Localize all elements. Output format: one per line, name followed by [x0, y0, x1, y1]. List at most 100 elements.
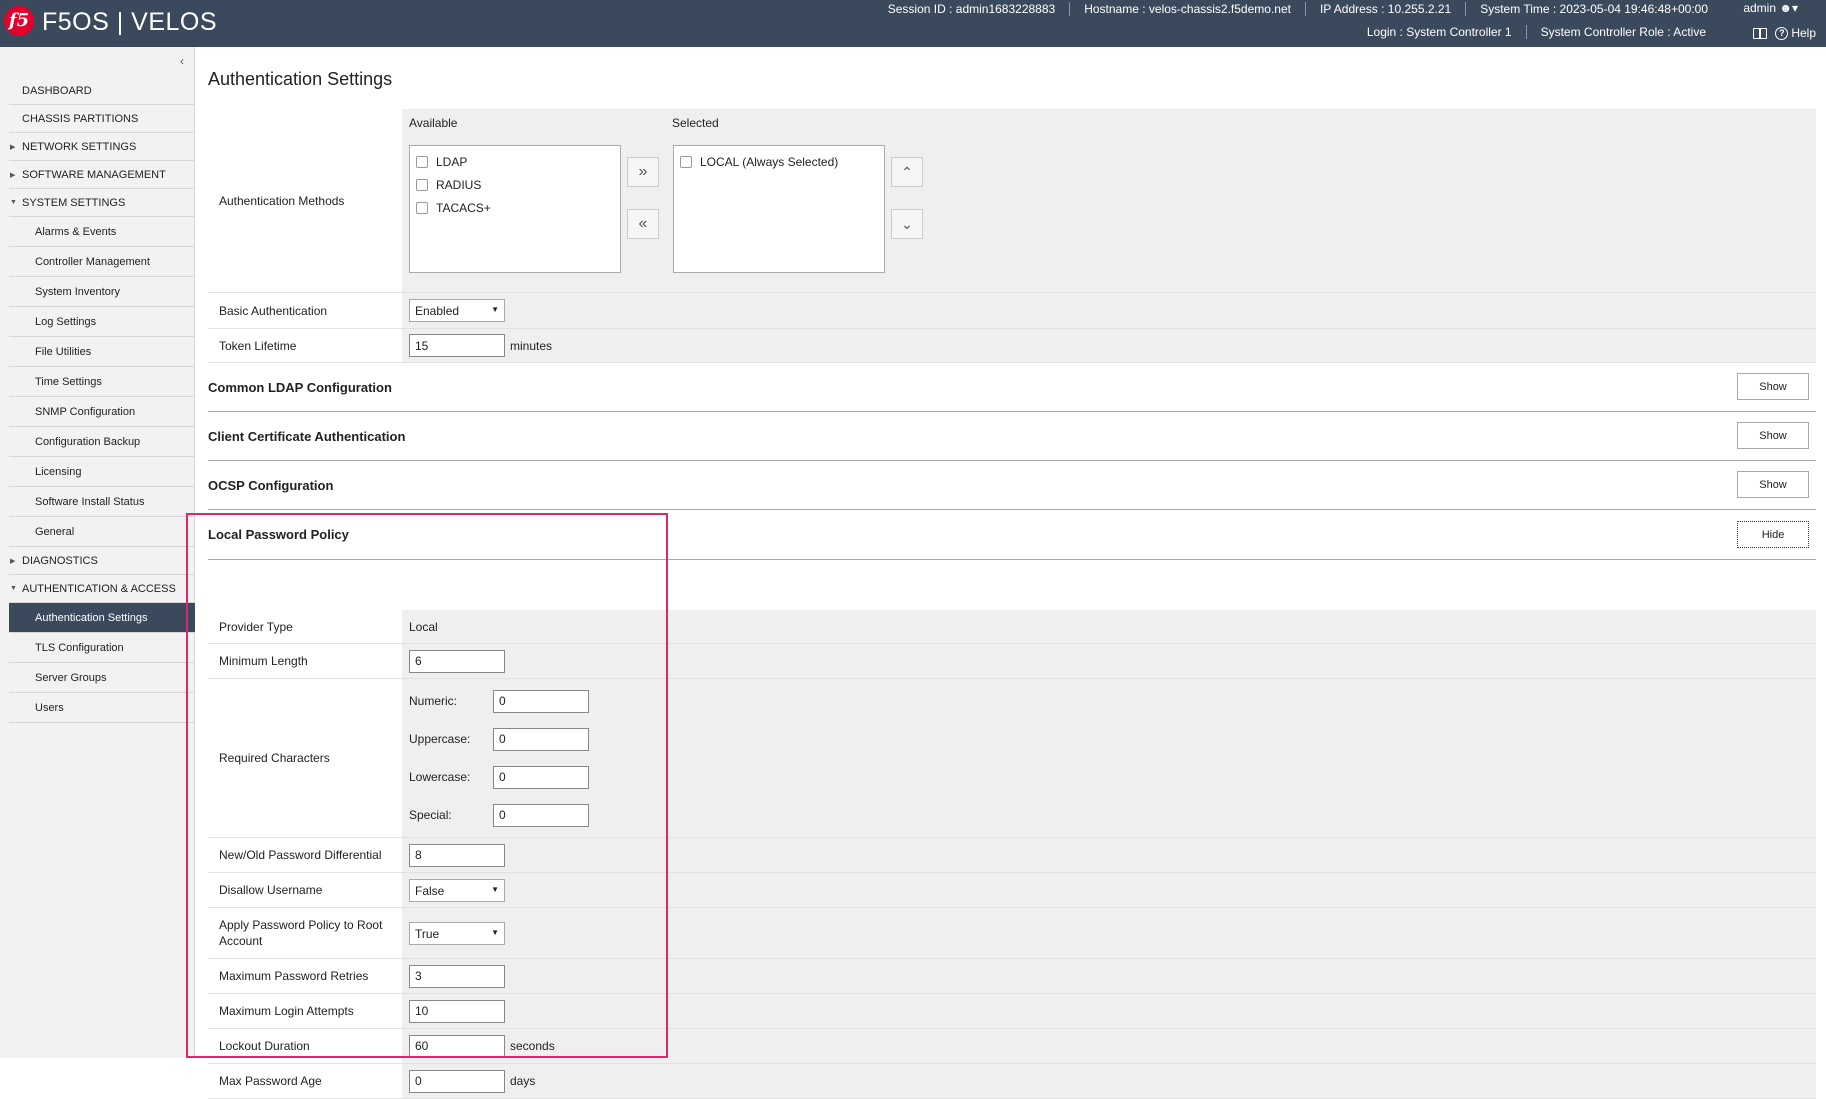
available-list[interactable]: LDAP RADIUS TACACS+ [409, 145, 621, 273]
max-age-unit: days [510, 1074, 536, 1088]
sidebar-item-label: AUTHENTICATION & ACCESS [22, 582, 176, 595]
special-input[interactable] [493, 803, 589, 827]
sidebar-item-file-utilities[interactable]: File Utilities [9, 337, 195, 367]
user-menu[interactable]: admin ☻▾ [1743, 1, 1798, 15]
differential-input[interactable] [409, 843, 505, 867]
sidebar-item-label: Controller Management [35, 255, 150, 268]
sidebar-item-alarms-events[interactable]: Alarms & Events [9, 217, 195, 247]
checkbox[interactable] [680, 155, 692, 168]
provider-type-label: Provider Type [208, 610, 402, 643]
min-length-input[interactable] [409, 649, 505, 673]
apply-root-row: Apply Password Policy to Root Account Tr… [208, 908, 1816, 959]
max-retries-input[interactable] [409, 964, 505, 988]
checkbox[interactable] [416, 201, 428, 214]
apply-root-select[interactable]: True [409, 921, 505, 945]
token-lifetime-input[interactable] [409, 334, 505, 357]
sidebar-item-diagnostics[interactable]: ▶ DIAGNOSTICS [9, 547, 195, 575]
sidebar-item-label: Configuration Backup [35, 435, 141, 448]
sidebar-item-authentication-settings[interactable]: Authentication Settings [9, 603, 195, 633]
f5-logo: f5 [4, 6, 34, 36]
sidebar-item-users[interactable]: Users [9, 693, 195, 723]
user-icon: ☻▾ [1779, 1, 1798, 15]
ocsp-section-header: OCSP Configuration Show [208, 461, 1816, 510]
checkbox[interactable] [416, 155, 428, 168]
sidebar-item-general[interactable]: General [9, 517, 195, 547]
sidebar-item-controller-management[interactable]: Controller Management [9, 247, 195, 277]
sidebar-item-label: System Inventory [35, 285, 120, 298]
ocsp-show-button[interactable]: Show [1737, 471, 1809, 498]
move-down-button[interactable]: ⌄ [891, 209, 923, 239]
caret-down-icon: ▼ [10, 199, 17, 206]
collapsible-sections: Common LDAP Configuration Show Client Ce… [208, 363, 1816, 560]
sidebar-item-label: SNMP Configuration [35, 405, 136, 418]
max-login-row: Maximum Login Attempts [208, 994, 1816, 1029]
sidebar-item-label: Authentication Settings [35, 611, 148, 624]
auth-methods-label: Authentication Methods [208, 109, 402, 292]
selected-list[interactable]: LOCAL (Always Selected) [673, 145, 885, 273]
basic-auth-select[interactable]: Enabled [409, 299, 505, 322]
sidebar-item-network-settings[interactable]: ▶ NETWORK SETTINGS [9, 133, 195, 161]
sidebar-item-software-management[interactable]: ▶ SOFTWARE MANAGEMENT [9, 161, 195, 189]
lockout-input[interactable] [409, 1034, 505, 1058]
list-item[interactable]: LDAP [416, 150, 614, 173]
sidebar-item-label: Time Settings [35, 375, 102, 388]
caret-down-icon: ▼ [10, 585, 17, 592]
sidebar-item-time-settings[interactable]: Time Settings [9, 367, 195, 397]
lowercase-label: Lowercase: [409, 770, 471, 784]
list-item[interactable]: TACACS+ [416, 196, 614, 219]
cert-show-button[interactable]: Show [1737, 422, 1809, 449]
max-age-row: Max Password Age days [208, 1064, 1816, 1099]
sidebar-item-server-groups[interactable]: Server Groups [9, 663, 195, 693]
sidebar-item-snmp-configuration[interactable]: SNMP Configuration [9, 397, 195, 427]
lockout-unit: seconds [510, 1039, 555, 1053]
ocsp-section-title: OCSP Configuration [208, 477, 334, 493]
collapse-sidebar-icon[interactable]: ‹ [180, 54, 184, 68]
list-item[interactable]: RADIUS [416, 173, 614, 196]
sidebar-item-label: Alarms & Events [35, 225, 117, 238]
lpp-hide-button[interactable]: Hide [1737, 521, 1809, 548]
help-link[interactable]: ? Help [1775, 26, 1816, 40]
login-controller: Login : System Controller 1 [1353, 25, 1527, 39]
lpp-section-title: Local Password Policy [208, 527, 349, 542]
ldap-show-button[interactable]: Show [1737, 373, 1809, 400]
disallow-username-select[interactable]: False [409, 878, 505, 902]
apply-root-label: Apply Password Policy to Root Account [208, 908, 402, 958]
max-retries-label: Maximum Password Retries [208, 959, 402, 993]
lockout-row: Lockout Duration seconds [208, 1029, 1816, 1064]
sidebar-item-label: Users [35, 701, 64, 714]
sidebar-item-label: Licensing [35, 465, 82, 478]
sidebar-item-software-install-status[interactable]: Software Install Status [9, 487, 195, 517]
disallow-username-row: Disallow Username False [208, 873, 1816, 908]
password-policy-panel: Provider Type Local Minimum Length Requi… [208, 610, 1816, 1099]
remove-method-button[interactable]: « [627, 209, 659, 239]
cert-section-title: Client Certificate Authentication [208, 428, 406, 444]
sidebar-item-licensing[interactable]: Licensing [9, 457, 195, 487]
header-tools: ? Help [1753, 26, 1816, 40]
sidebar-item-system-settings[interactable]: ▼ SYSTEM SETTINGS [9, 189, 195, 217]
sidebar-item-label: NETWORK SETTINGS [22, 140, 137, 153]
move-up-button[interactable]: ⌃ [891, 157, 923, 187]
session-id: Session ID : admin1683228883 [874, 2, 1071, 16]
sidebar-item-log-settings[interactable]: Log Settings [9, 307, 195, 337]
sidebar-item-system-inventory[interactable]: System Inventory [9, 277, 195, 307]
system-time: System Time : 2023-05-04 19:46:48+00:00 [1480, 2, 1708, 16]
max-login-input[interactable] [409, 999, 505, 1023]
list-item[interactable]: LOCAL (Always Selected) [680, 150, 878, 173]
checkbox[interactable] [416, 178, 428, 191]
hostname: Hostname : velos-chassis2.f5demo.net [1070, 2, 1306, 16]
sidebar-item-tls-configuration[interactable]: TLS Configuration [9, 633, 195, 663]
sidebar-item-label: SOFTWARE MANAGEMENT [22, 168, 166, 181]
lowercase-input[interactable] [493, 765, 589, 789]
sidebar: ‹ DASHBOARD CHASSIS PARTITIONS ▶ NETWORK SE… [0, 47, 195, 1058]
sidebar-item-dashboard[interactable]: DASHBOARD [9, 77, 195, 105]
uppercase-input[interactable] [493, 727, 589, 751]
sidebar-item-chassis-partitions[interactable]: CHASSIS PARTITIONS [9, 105, 195, 133]
sidebar-item-configuration-backup[interactable]: Configuration Backup [9, 427, 195, 457]
book-icon[interactable] [1753, 27, 1768, 39]
lpp-section-header: Local Password Policy Hide [208, 510, 1816, 560]
add-method-button[interactable]: » [627, 157, 659, 187]
max-retries-row: Maximum Password Retries [208, 959, 1816, 994]
max-age-input[interactable] [409, 1069, 505, 1093]
numeric-input[interactable] [493, 689, 589, 713]
sidebar-item-authentication-access[interactable]: ▼ AUTHENTICATION & ACCESS [9, 575, 195, 603]
